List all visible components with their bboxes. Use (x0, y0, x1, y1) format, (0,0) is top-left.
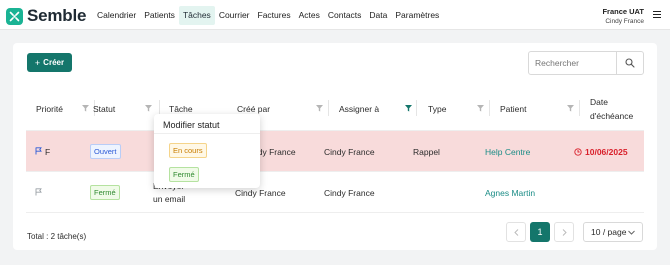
priority-value: F (45, 146, 51, 157)
plus-icon: + (34, 57, 41, 68)
brand-name: Semble (27, 6, 87, 25)
chevron-right-icon (562, 228, 567, 236)
nav-calendrier[interactable]: Calendrier (93, 6, 140, 25)
table-row[interactable]: F Ouvert Cindy France Cindy France Rappe… (26, 131, 644, 172)
status-filter-icon (145, 105, 152, 112)
assigned-to-value: Cindy France (324, 146, 375, 157)
prev-page-button[interactable] (506, 222, 526, 242)
patient-link[interactable]: Agnes Martin (485, 172, 535, 213)
flag-icon (35, 188, 42, 196)
semble-logo[interactable]: Semble (6, 6, 86, 26)
hamburger-menu-icon[interactable] (653, 11, 661, 20)
flag-icon (35, 147, 42, 155)
clock-icon (574, 147, 582, 156)
status-option-en-cours[interactable]: En cours (169, 143, 207, 158)
search-icon (625, 58, 635, 68)
logo-icon (6, 7, 23, 25)
col-type[interactable]: Type (428, 86, 446, 131)
nav-data[interactable]: Data (365, 6, 391, 25)
column-divider (416, 100, 417, 116)
search-button[interactable] (616, 52, 643, 74)
total-count: Total : 2 tâche(s) (27, 232, 87, 241)
chevron-down-icon (628, 230, 635, 235)
nav-actes[interactable]: Actes (295, 6, 324, 25)
col-due-date-label-line2: d'échéance (590, 110, 634, 121)
nav-factures[interactable]: Factures (254, 6, 295, 25)
page-size-select[interactable]: 10 / page (583, 222, 643, 242)
status-popover: Modifier statut En cours Fermé (154, 114, 260, 188)
col-assigned-to[interactable]: Assigner à (339, 86, 379, 131)
col-status[interactable]: Statut (93, 86, 115, 131)
priority-filter-icon (82, 105, 89, 112)
col-priority[interactable]: Priorité (36, 86, 63, 131)
nav-parametres[interactable]: Paramètres (391, 6, 443, 25)
search-input[interactable] (529, 52, 616, 74)
search-box (528, 51, 644, 75)
status-option-ferme[interactable]: Fermé (169, 167, 199, 182)
col-patient[interactable]: Patient (500, 86, 526, 131)
user-name: France UAT (602, 7, 644, 16)
nav-courrier[interactable]: Courrier (215, 6, 254, 25)
main-nav: Calendrier Patients Tâches Courrier Fact… (93, 6, 443, 25)
column-divider (328, 100, 329, 116)
col-type-label: Type (428, 103, 447, 114)
assigned-to-value: Cindy France (324, 187, 375, 198)
status-badge[interactable]: Fermé (90, 185, 120, 200)
type-filter-icon (477, 105, 484, 112)
patient-link[interactable]: Help Centre (485, 131, 530, 172)
top-navigation-bar: Semble Calendrier Patients Tâches Courri… (0, 0, 670, 30)
chevron-left-icon (513, 228, 518, 236)
popover-divider (154, 133, 260, 134)
col-due-date[interactable]: Date d'échéance (590, 86, 633, 131)
create-task-button[interactable]: + Créer (27, 53, 72, 72)
assigned-to-filter-icon-active (405, 105, 412, 112)
nav-contacts[interactable]: Contacts (324, 6, 366, 25)
col-due-date-label-line1: Date (590, 96, 608, 107)
create-button-label: Créer (43, 58, 65, 67)
patient-filter-icon (567, 105, 574, 112)
popover-title: Modifier statut (163, 120, 220, 130)
task-line2: un email (153, 193, 186, 204)
next-page-button[interactable] (554, 222, 574, 242)
tasks-card: + Créer Priorité Statut Tâche Créé par (13, 43, 657, 250)
table-row[interactable]: Fermé Envoyer un email Cindy France Cind… (26, 172, 644, 213)
user-subtitle: Cindy France (605, 18, 644, 25)
nav-patients[interactable]: Patients (140, 6, 179, 25)
column-divider (489, 100, 490, 116)
due-date-value: 10/06/2025 (574, 131, 628, 172)
type-value: Rappel (413, 146, 440, 157)
page-size-value: 10 / page (591, 227, 627, 237)
page-1-button[interactable]: 1 (530, 222, 550, 242)
col-priority-label: Priorité (36, 103, 63, 114)
col-status-label: Statut (93, 103, 116, 114)
table-header: Priorité Statut Tâche Créé par Assigner … (26, 86, 644, 131)
due-date-text: 10/06/2025 (585, 146, 628, 157)
col-created-by-label: Créé par (237, 103, 271, 114)
created-by-filter-icon (316, 105, 323, 112)
user-account[interactable]: France UAT Cindy France (602, 7, 644, 25)
col-patient-label: Patient (500, 103, 527, 114)
status-badge[interactable]: Ouvert (90, 144, 121, 159)
col-assigned-to-label: Assigner à (339, 103, 380, 114)
col-task-label: Tâche (169, 103, 193, 114)
nav-taches[interactable]: Tâches (178, 6, 215, 25)
column-divider (579, 100, 580, 116)
